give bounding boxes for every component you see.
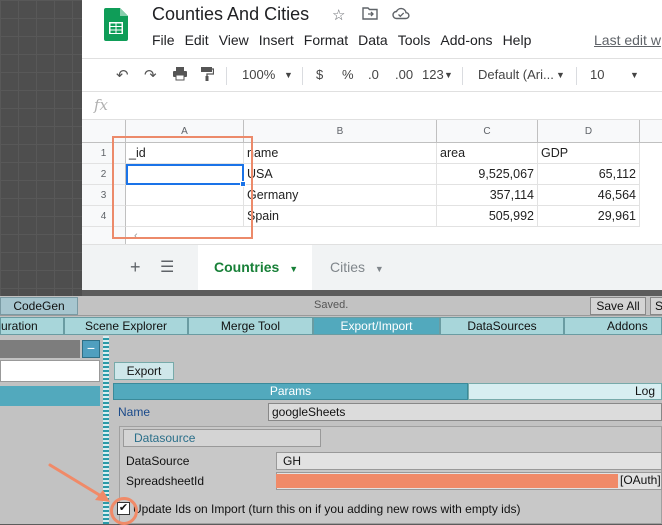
editor-background — [0, 0, 82, 296]
chevron-down-icon: ▼ — [289, 264, 299, 274]
cell-d3[interactable]: 46,564 — [538, 185, 640, 206]
cell-b4[interactable]: Spain — [244, 206, 437, 227]
cell-d4[interactable]: 29,961 — [538, 206, 640, 227]
remove-button[interactable]: − — [82, 340, 100, 358]
cloud-saved-icon[interactable] — [392, 6, 410, 24]
cell-c3[interactable]: 357,114 — [437, 185, 538, 206]
annotation-arrow-icon — [48, 463, 110, 502]
increase-decimal-button[interactable]: .00 — [395, 67, 413, 82]
cell-d2[interactable]: 65,112 — [538, 164, 640, 185]
menu-insert[interactable]: Insert — [259, 32, 294, 48]
column-header-c[interactable]: C — [437, 120, 538, 143]
s-button[interactable]: S — [650, 297, 662, 315]
toolbar-divider — [576, 67, 577, 85]
font-size-dropdown-icon[interactable]: ▼ — [630, 70, 639, 80]
print-icon[interactable] — [172, 66, 188, 85]
datasource-label: DataSource — [126, 454, 190, 468]
undo-icon[interactable]: ↶ — [116, 66, 129, 84]
menu-help[interactable]: Help — [503, 32, 532, 48]
percent-format-button[interactable]: % — [342, 67, 354, 82]
cell-b1[interactable]: name — [244, 143, 437, 164]
cell-d1[interactable]: GDP — [538, 143, 640, 164]
saved-status: Saved. — [314, 299, 349, 311]
menu-bar: File Edit View Insert Format Data Tools Add-ons… — [152, 32, 541, 50]
column-header-more — [640, 120, 662, 143]
sheets-logo-icon[interactable] — [104, 8, 128, 41]
sheet-tab-countries[interactable]: Countries ▼ — [198, 245, 312, 290]
save-all-button[interactable]: Save All — [590, 297, 646, 315]
top-bar: CodeGen Saved. Save All S — [0, 296, 662, 316]
zoom-select[interactable]: 100% — [242, 67, 275, 82]
zoom-dropdown-icon[interactable]: ▼ — [284, 70, 293, 80]
annotation-highlight-box — [112, 136, 253, 239]
oauth-button[interactable]: [OAuth] — [620, 473, 661, 487]
redaction-bar — [276, 474, 618, 488]
datasource-header: Datasource — [123, 429, 321, 447]
sheets-toolbar: ↶ ↷ 100% ▼ $ % .0 .00 123 ▼ Default (Ari… — [82, 58, 662, 92]
sheet-tab-bar: + ☰ Countries ▼ Cities ▼ — [82, 244, 662, 290]
tab-configuration[interactable]: uration — [0, 317, 64, 335]
menu-data[interactable]: Data — [358, 32, 388, 48]
menu-edit[interactable]: Edit — [185, 32, 209, 48]
menu-format[interactable]: Format — [304, 32, 348, 48]
menu-addons[interactable]: Add-ons — [440, 32, 492, 48]
cell-b3[interactable]: Germany — [244, 185, 437, 206]
column-header-d[interactable]: D — [538, 120, 640, 143]
column-header-b[interactable]: B — [244, 120, 437, 143]
toolbar-divider — [302, 67, 303, 85]
chevron-down-icon: ▼ — [374, 264, 384, 274]
tab-log[interactable]: Log — [468, 383, 662, 400]
document-title[interactable]: Counties And Cities — [152, 4, 309, 25]
update-ids-label: Update Ids on Import (turn this on if yo… — [133, 502, 521, 516]
more-formats-button[interactable]: 123 — [422, 67, 444, 82]
fx-icon: fx — [94, 96, 109, 114]
name-label: Name — [118, 405, 151, 419]
paint-format-icon[interactable] — [200, 66, 215, 86]
sheet-tab-label: Countries — [214, 259, 280, 275]
menu-view[interactable]: View — [219, 32, 249, 48]
left-pane-header — [0, 340, 80, 358]
sheet-tab-cities[interactable]: Cities ▼ — [314, 245, 404, 290]
font-dropdown-icon[interactable]: ▼ — [556, 70, 565, 80]
currency-format-button[interactable]: $ — [316, 67, 323, 82]
cell-c4[interactable]: 505,992 — [437, 206, 538, 227]
tab-scene-explorer[interactable]: Scene Explorer — [64, 317, 188, 335]
toolbar-divider — [226, 67, 227, 85]
last-edit-link[interactable]: Last edit w — [594, 32, 661, 48]
menu-tools[interactable]: Tools — [398, 32, 431, 48]
cell-c1[interactable]: area — [437, 143, 538, 164]
toolbar-divider — [462, 67, 463, 85]
add-sheet-icon[interactable]: + — [130, 257, 141, 278]
spreadsheet-id-label: SpreadsheetId — [126, 474, 205, 488]
folder-move-icon[interactable] — [362, 6, 378, 24]
name-field[interactable]: googleSheets — [268, 403, 662, 421]
redo-icon[interactable]: ↷ — [144, 66, 157, 84]
tab-export-import[interactable]: Export/Import — [313, 317, 440, 335]
tab-addons[interactable]: Addons — [564, 317, 662, 335]
formula-bar[interactable]: fx — [82, 92, 662, 120]
codegen-button[interactable]: CodeGen — [0, 297, 78, 315]
tab-params[interactable]: Params — [113, 383, 468, 400]
all-sheets-icon[interactable]: ☰ — [160, 257, 174, 277]
sheet-tab-label: Cities — [330, 259, 366, 275]
cell-b2[interactable]: USA — [244, 164, 437, 185]
tab-merge-tool[interactable]: Merge Tool — [188, 317, 313, 335]
datasource-select[interactable]: GH — [276, 452, 662, 470]
tab-row: uration Scene Explorer Merge Tool Export… — [0, 317, 662, 335]
tab-datasources[interactable]: DataSources — [440, 317, 564, 335]
star-icon[interactable]: ☆ — [332, 6, 345, 24]
more-formats-dropdown-icon[interactable]: ▼ — [444, 70, 453, 80]
cell-c2[interactable]: 9,525,067 — [437, 164, 538, 185]
export-button[interactable]: Export — [114, 362, 174, 380]
left-pane-field[interactable] — [0, 360, 100, 382]
font-select[interactable]: Default (Ari... — [478, 67, 554, 82]
left-pane-selected-item[interactable] — [0, 386, 100, 406]
decrease-decimal-button[interactable]: .0 — [368, 67, 379, 82]
menu-file[interactable]: File — [152, 32, 175, 48]
font-size-select[interactable]: 10 — [590, 67, 604, 82]
